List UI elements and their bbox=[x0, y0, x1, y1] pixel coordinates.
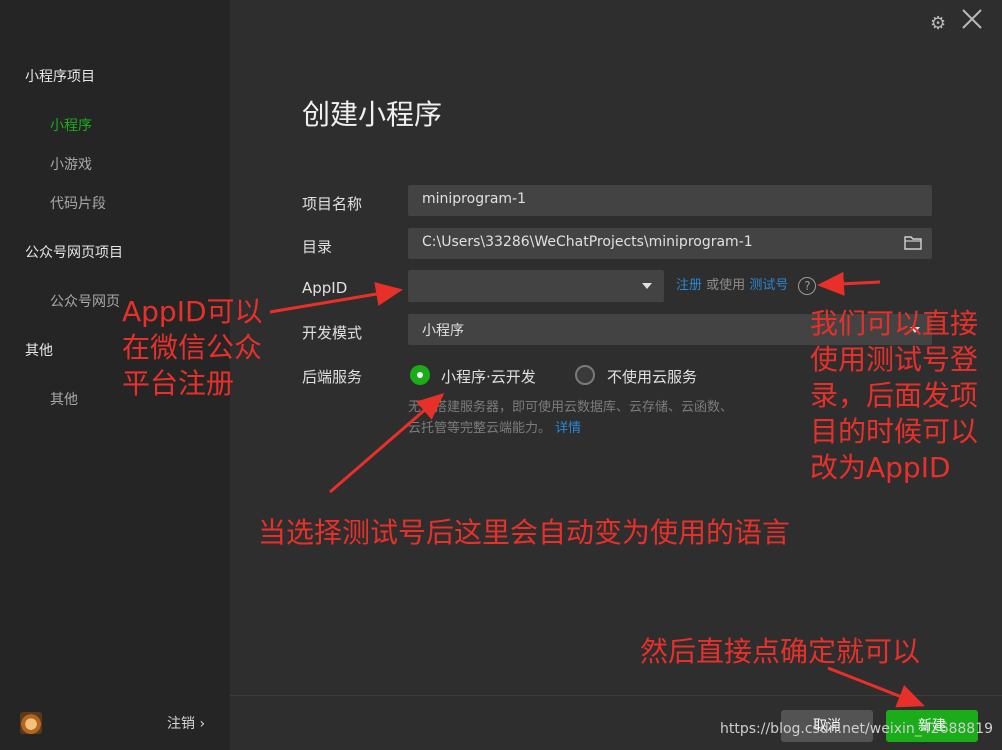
test-account-link[interactable]: 测试号 bbox=[749, 278, 788, 293]
project-name-label: 项目名称 bbox=[302, 195, 363, 213]
radio-cloud-dev[interactable] bbox=[410, 365, 430, 385]
close-icon[interactable] bbox=[961, 8, 983, 35]
appid-select[interactable] bbox=[408, 270, 664, 302]
watermark: https://blog.csdn.net/weixin_42688819 bbox=[720, 721, 994, 737]
annotation-line: 平台注册 bbox=[122, 367, 235, 400]
directory-input[interactable]: C:\Users\33286\WeChatProjects\miniprogra… bbox=[408, 228, 932, 259]
logout-button[interactable]: 注销 › bbox=[167, 713, 205, 733]
radio-cloud-dev-label[interactable]: 小程序·云开发 bbox=[441, 366, 536, 387]
register-link[interactable]: 注册 bbox=[676, 278, 702, 293]
sidebar-item-miniprogram[interactable]: 小程序 bbox=[50, 115, 92, 135]
folder-icon[interactable] bbox=[904, 235, 922, 250]
directory-value: C:\Users\33286\WeChatProjects\miniprogra… bbox=[422, 234, 753, 250]
annotation-line: AppID可以 bbox=[122, 295, 263, 328]
help-icon[interactable]: ? bbox=[798, 276, 817, 295]
details-link[interactable]: 详情 bbox=[555, 421, 581, 436]
gear-icon[interactable]: ⚙ bbox=[930, 13, 946, 34]
annotation-line: 在微信公众 bbox=[122, 331, 263, 364]
sidebar-group-miniprogram: 小程序项目 bbox=[25, 69, 95, 85]
sidebar-group-official: 公众号网页项目 bbox=[25, 245, 123, 261]
sidebar-group-other: 其他 bbox=[25, 343, 53, 359]
backend-description: 无需搭建服务器，即可使用云数据库、云存储、云函数、云托管等完整云端能力。 详情 bbox=[408, 397, 738, 439]
avatar[interactable] bbox=[20, 712, 42, 734]
annotation-line: 改为AppID bbox=[810, 451, 951, 484]
sidebar-item-official-web[interactable]: 公众号网页 bbox=[50, 291, 120, 311]
page-title: 创建小程序 bbox=[302, 98, 443, 131]
annotation-confirm: 然后直接点确定就可以 bbox=[640, 635, 921, 668]
backend-label: 后端服务 bbox=[302, 368, 363, 386]
radio-no-cloud[interactable] bbox=[575, 365, 595, 385]
sidebar-item-other[interactable]: 其他 bbox=[50, 389, 78, 409]
project-name-input[interactable]: miniprogram-1 bbox=[408, 185, 932, 216]
or-use-text: 或使用 bbox=[706, 278, 746, 293]
divider bbox=[230, 695, 1002, 696]
annotation-language: 当选择测试号后这里会自动变为使用的语言 bbox=[258, 516, 791, 549]
sidebar-item-minigame[interactable]: 小游戏 bbox=[50, 154, 92, 174]
dev-mode-label: 开发模式 bbox=[302, 324, 363, 342]
annotation-appid: AppID可以 在微信公众 平台注册 bbox=[122, 294, 263, 402]
appid-options: 注册 或使用 测试号 ? bbox=[676, 274, 817, 295]
directory-label: 目录 bbox=[302, 238, 333, 256]
appid-label: AppID bbox=[302, 279, 348, 297]
annotation-line: 录，后面发项 bbox=[810, 379, 979, 412]
sidebar-item-code-snippet[interactable]: 代码片段 bbox=[50, 193, 106, 213]
dev-mode-value: 小程序 bbox=[422, 323, 464, 339]
radio-no-cloud-label[interactable]: 不使用云服务 bbox=[607, 366, 697, 387]
chevron-down-icon bbox=[642, 283, 652, 289]
annotation-line: 目的时候可以 bbox=[810, 415, 979, 448]
annotation-line: 我们可以直接 bbox=[810, 307, 979, 340]
annotation-line: 使用测试号登 bbox=[810, 343, 979, 376]
annotation-test-account: 我们可以直接 使用测试号登 录，后面发项 目的时候可以 改为AppID bbox=[810, 306, 978, 486]
